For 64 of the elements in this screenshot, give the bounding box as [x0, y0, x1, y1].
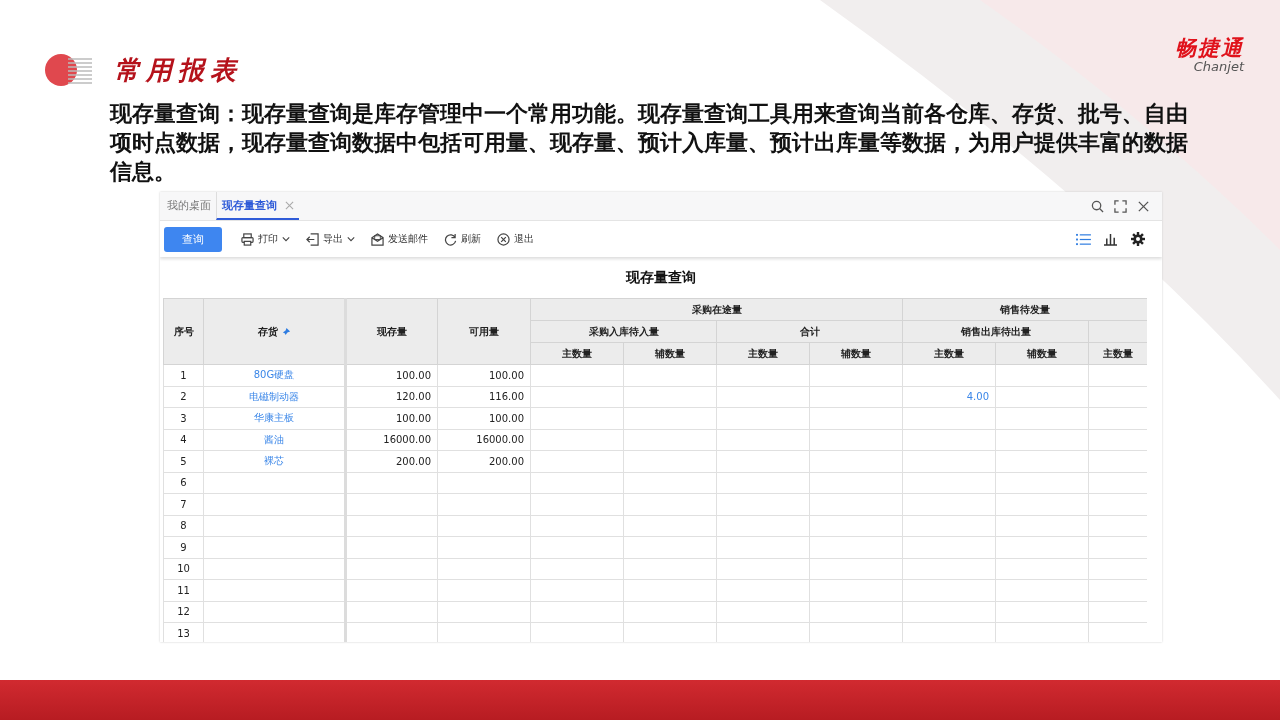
- row-number: 2: [163, 386, 204, 408]
- settings-icon[interactable]: [1130, 231, 1146, 247]
- column-group-header: 合计: [716, 320, 903, 343]
- report-title: 现存量查询: [624, 268, 697, 287]
- tab[interactable]: 我的桌面: [162, 192, 216, 220]
- table-cell[interactable]: 4.00: [902, 386, 996, 408]
- column-group-header: 销售出库待出量: [902, 320, 1089, 343]
- table-cell: 200.00: [345, 450, 438, 472]
- column-label: 存货: [257, 324, 278, 339]
- row-number: 11: [163, 579, 204, 601]
- row-number: 10: [163, 558, 204, 580]
- column-header: 可用量: [437, 298, 531, 365]
- printer-icon: [241, 232, 254, 246]
- table-cell: 16000.00: [437, 429, 531, 451]
- description-text: 现存量查询：现存量查询是库存管理中一个常用功能。现存量查询工具用来查询当前各仓库、存货、批号、自由项时点数据，现存量查询数据中包括可用量、现存量、预计入库量、预计出库量等数据，为用户提供丰富的数据信息。: [110, 100, 1189, 186]
- row-number: 1: [163, 364, 204, 386]
- table-cell: 100.00: [345, 364, 438, 386]
- toolbar-button[interactable]: 导出: [303, 232, 358, 246]
- toolbar-button[interactable]: 发送邮件: [368, 232, 431, 246]
- toolbar-button[interactable]: 退出: [494, 232, 537, 246]
- exit-icon: [497, 232, 510, 246]
- table-cell: 120.00: [345, 386, 438, 408]
- column-group-header: 销售待发量: [902, 298, 1147, 321]
- table-cell: 100.00: [437, 364, 531, 386]
- logo-icon: [44, 53, 94, 87]
- item-link[interactable]: 电磁制动器: [249, 390, 299, 402]
- tab[interactable]: 现存量查询: [216, 192, 299, 220]
- toolbar-button[interactable]: 刷新: [441, 232, 484, 246]
- row-number: 4: [163, 429, 204, 451]
- row-number: 7: [163, 493, 204, 515]
- row-number: 9: [163, 536, 204, 558]
- row-number: 13: [163, 622, 204, 642]
- item-link[interactable]: 酱油: [264, 433, 284, 445]
- toolbar-button[interactable]: 打印: [238, 232, 293, 246]
- fullscreen-icon[interactable]: [1114, 199, 1127, 213]
- brand-name: 畅捷通: [1175, 36, 1244, 60]
- table-cell: 100.00: [437, 407, 531, 429]
- column-group-header: 采购入库待入量: [530, 320, 717, 343]
- table-cell: 116.00: [437, 386, 531, 408]
- column-header: 现存量: [345, 298, 438, 365]
- export-icon: [306, 232, 319, 246]
- table-cell: 200.00: [437, 450, 531, 472]
- row-number: 12: [163, 601, 204, 623]
- column-group-header: 采购在途量: [530, 298, 903, 321]
- slide-title: 常用报表: [114, 54, 242, 87]
- row-number: 8: [163, 515, 204, 537]
- list-icon[interactable]: [1076, 232, 1091, 246]
- row-number: 5: [163, 450, 204, 472]
- bar-chart-icon[interactable]: [1103, 232, 1118, 246]
- refresh-icon: [444, 232, 457, 246]
- query-button[interactable]: 查询: [164, 226, 222, 252]
- table-cell: 16000.00: [345, 429, 438, 451]
- column-header: 序号: [163, 298, 204, 365]
- item-link[interactable]: 裸芯: [264, 455, 284, 467]
- row-number: 3: [163, 407, 204, 429]
- table-cell: 100.00: [345, 407, 438, 429]
- brand-latin-name: Chanjet: [1193, 60, 1244, 74]
- pin-icon[interactable]: [281, 327, 291, 336]
- close-icon[interactable]: [1137, 199, 1150, 213]
- item-link[interactable]: 80G硬盘: [253, 369, 295, 381]
- mail-icon: [371, 232, 384, 246]
- row-number: 6: [163, 472, 204, 494]
- item-link[interactable]: 华康主板: [254, 412, 294, 424]
- search-icon[interactable]: [1091, 199, 1104, 213]
